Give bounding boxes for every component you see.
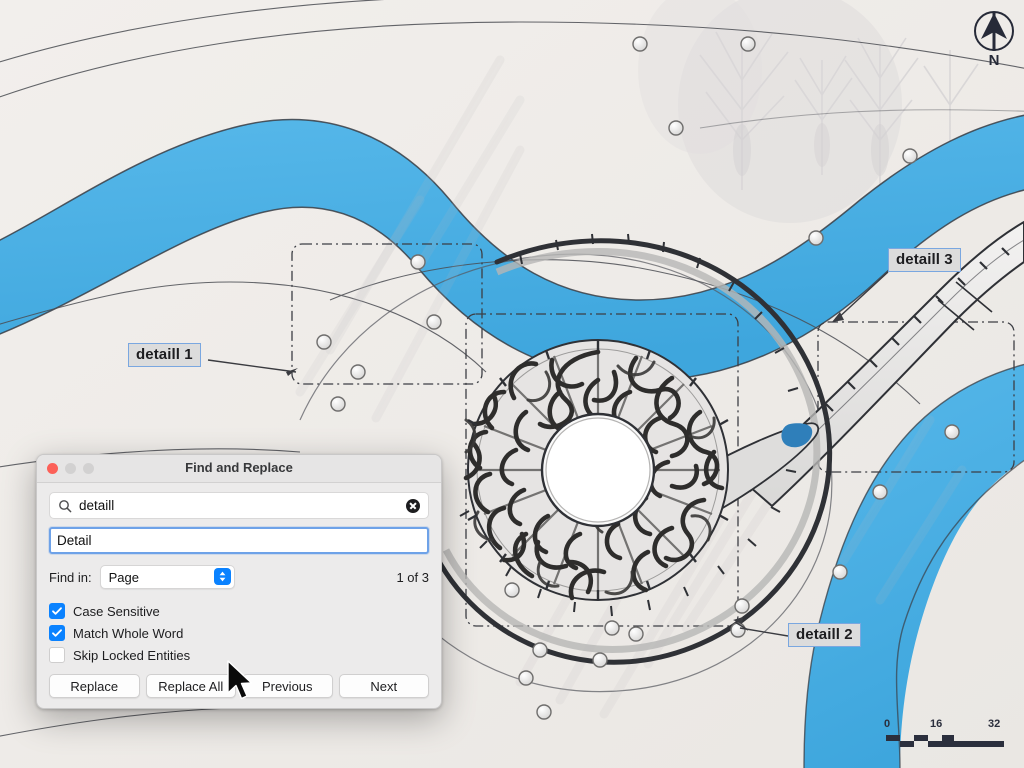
option-match-whole-word[interactable]: Match Whole Word — [49, 622, 429, 644]
scale-tick-32: 32 — [988, 718, 1001, 730]
replace-input[interactable]: Detail — [49, 527, 429, 554]
scale-tick-16: 16 — [930, 718, 943, 730]
search-icon — [58, 499, 72, 513]
application-window: detaill 1 detaill 2 detaill 3 N 0 16 32 — [0, 0, 1024, 768]
search-input[interactable]: detaill — [49, 492, 429, 519]
search-input-value: detaill — [79, 498, 115, 513]
scale-tick-0: 0 — [884, 718, 891, 730]
find-in-row: Find in: Page 1 of 3 — [49, 565, 429, 589]
callout-detail-2[interactable]: detaill 2 — [788, 623, 861, 648]
chevron-updown-icon — [213, 568, 231, 585]
scale-bar: 0 16 32 — [884, 718, 1008, 758]
north-label: N — [988, 52, 1000, 69]
north-arrow-icon — [974, 11, 1014, 51]
callout-detail-1[interactable]: detaill 1 — [128, 343, 201, 368]
find-in-value: Page — [108, 569, 140, 585]
option-case-sensitive[interactable]: Case Sensitive — [49, 600, 429, 622]
next-button[interactable]: Next — [338, 674, 429, 698]
case-sensitive-label: Case Sensitive — [73, 603, 160, 619]
clear-search-icon[interactable] — [406, 498, 420, 513]
replace-all-button[interactable]: Replace All — [145, 674, 236, 698]
skip-locked-entities-label: Skip Locked Entities — [73, 647, 191, 663]
north-arrow: N — [968, 10, 1020, 72]
lattice-dome — [463, 339, 729, 601]
match-counter: 1 of 3 — [396, 569, 429, 585]
callout-detail-3[interactable]: detaill 3 — [888, 248, 961, 273]
dialog-title: Find and Replace — [185, 460, 293, 475]
skip-locked-entities-checkbox[interactable] — [49, 647, 65, 663]
find-in-label: Find in: — [49, 569, 92, 585]
match-whole-word-checkbox[interactable] — [49, 625, 65, 641]
match-whole-word-label: Match Whole Word — [73, 625, 184, 641]
find-in-select[interactable]: Page — [99, 565, 235, 589]
scale-bar-graphic — [886, 735, 1004, 747]
replace-button[interactable]: Replace — [49, 674, 140, 698]
case-sensitive-checkbox[interactable] — [49, 603, 65, 619]
dialog-title-bar[interactable]: Find and Replace — [37, 455, 441, 483]
replace-input-value: Detail — [57, 533, 92, 548]
mouse-pointer-icon — [226, 660, 256, 702]
